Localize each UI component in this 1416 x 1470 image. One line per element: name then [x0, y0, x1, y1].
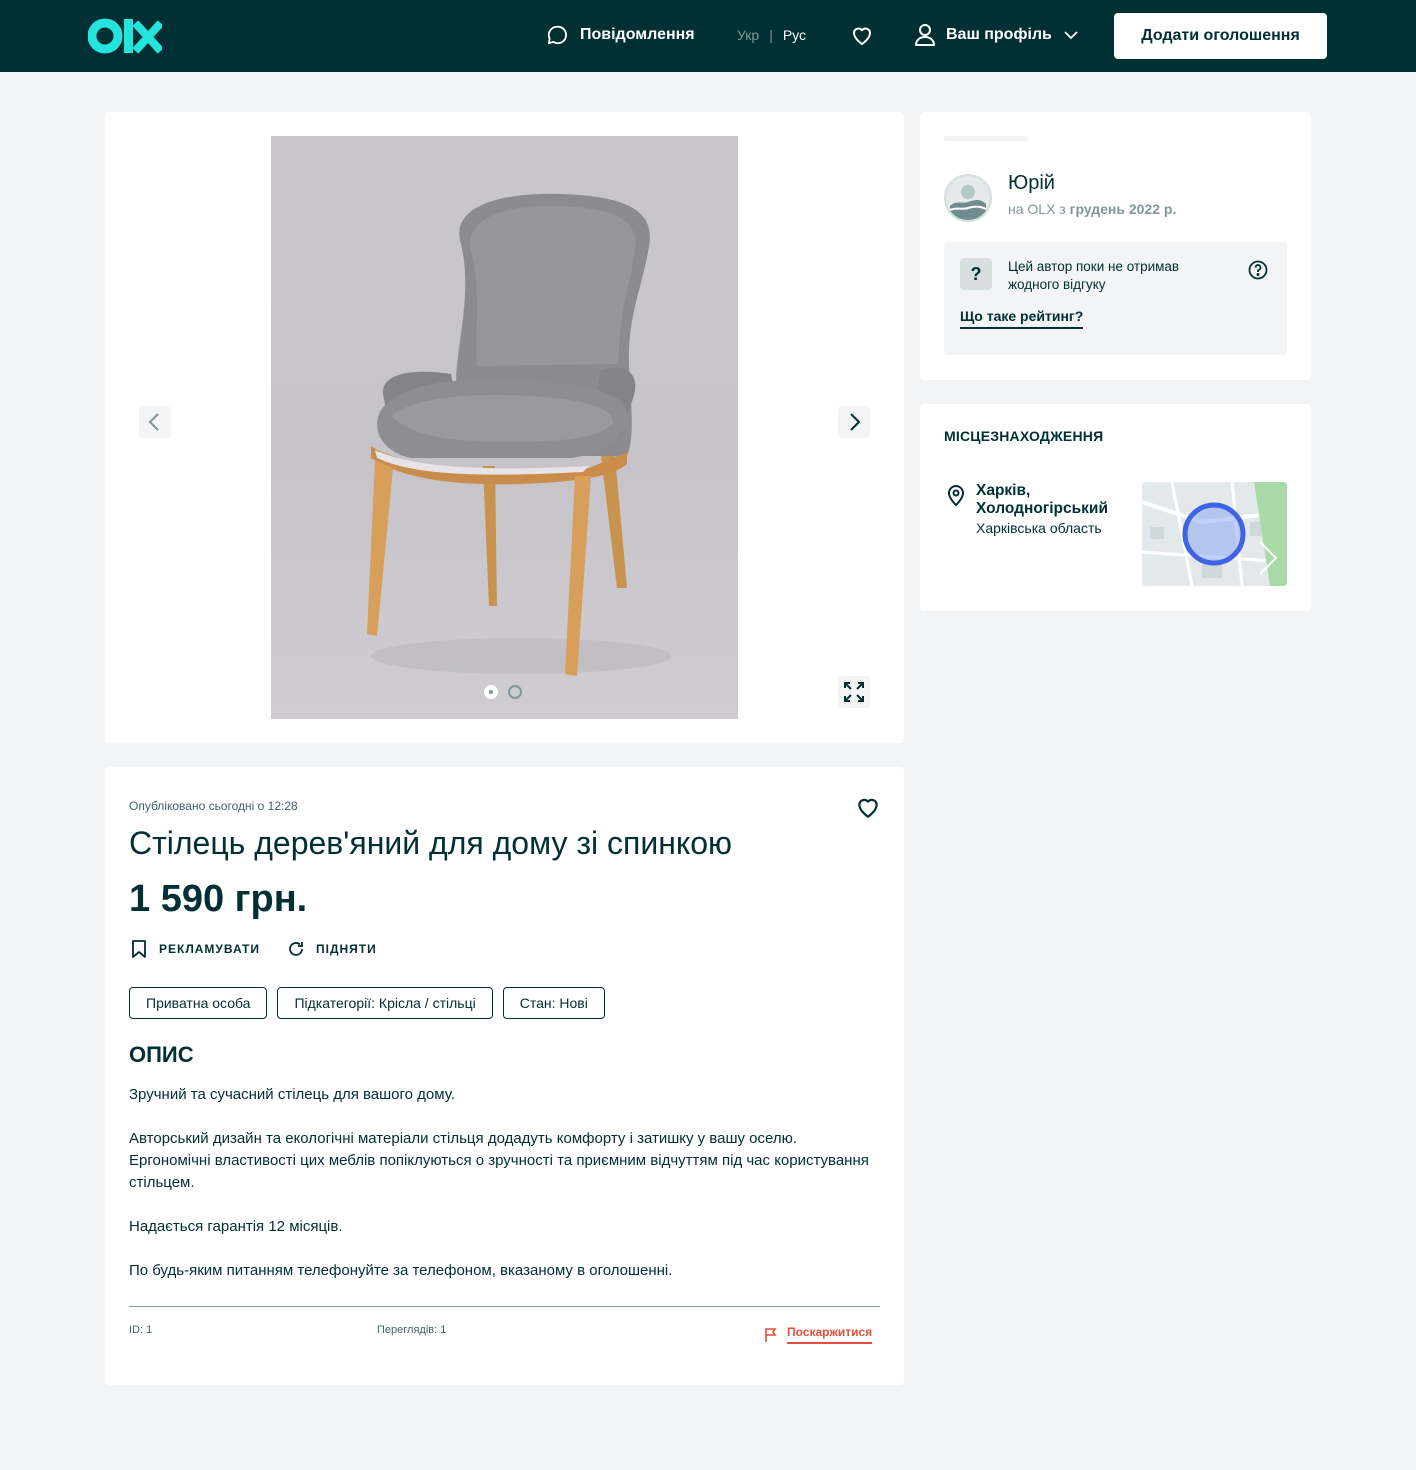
add-listing-button[interactable]: Додати оголошення	[1114, 13, 1327, 59]
lang-ukr[interactable]: Укр	[737, 27, 759, 43]
description-paragraph: Надається гарантія 12 місяців.	[129, 1218, 343, 1235]
lang-separator: |	[769, 27, 773, 43]
report-label: Поскаржитися	[787, 1325, 873, 1344]
description-paragraph: Зручний та сучасний стілець для вашого д…	[129, 1086, 455, 1103]
language-switcher: Укр | Рус	[737, 27, 806, 43]
avatar-image	[946, 176, 990, 220]
raise-button[interactable]: ПІДНЯТИ	[286, 939, 377, 959]
rating-info-link[interactable]: Що таке рейтинг?	[960, 308, 1084, 329]
gallery-next-button[interactable]	[838, 406, 870, 438]
avatar[interactable]	[944, 174, 992, 222]
lang-rus[interactable]: Рус	[783, 27, 806, 43]
location-heading: МІСЦЕЗНАХОДЖЕННЯ	[944, 428, 1104, 444]
refresh-icon	[289, 942, 303, 956]
location-city: Харків, Холодногірський	[976, 482, 1108, 517]
messages-link[interactable]: Повідомлення	[546, 24, 695, 46]
promote-button[interactable]: РЕКЛАМУВАТИ	[129, 939, 260, 959]
gallery-prev-button[interactable]	[139, 406, 171, 438]
help-circle-icon[interactable]	[1248, 260, 1268, 280]
location-card: МІСЦЕЗНАХОДЖЕННЯ Харків, Холодногірський…	[920, 404, 1311, 611]
profile-label: Ваш профіль	[946, 26, 1052, 43]
listing-tags: Приватна особа Підкатегорії: Крісла / ст…	[129, 987, 605, 1019]
rating-text: Цей автор поки не отримав жодного відгук…	[1008, 259, 1180, 292]
seller-card: Юрій на OLX з грудень 2022 р. ? Цей авто…	[920, 112, 1311, 380]
user-icon	[915, 24, 935, 46]
promote-label: РЕКЛАМУВАТИ	[159, 942, 260, 956]
flag-icon	[765, 1327, 777, 1342]
published-date: Опубліковано сьогодні о 12:28	[129, 799, 298, 813]
listing-title: Стілець дерев'яний для дому зі спинкою	[129, 825, 733, 861]
description-paragraph: Авторський дизайн та екологічні матеріал…	[129, 1130, 869, 1191]
seller-name[interactable]: Юрій	[1008, 172, 1055, 195]
listing-details: Опубліковано сьогодні о 12:28 Стілець де…	[105, 767, 904, 1385]
report-link[interactable]: Поскаржитися	[763, 1325, 873, 1344]
map-thumbnail	[1142, 482, 1287, 586]
location-map[interactable]	[1142, 482, 1287, 586]
fullscreen-button[interactable]	[838, 676, 870, 708]
gallery-dot-1[interactable]	[484, 685, 498, 699]
messages-label: Повідомлення	[580, 26, 695, 43]
tag-condition: Стан: Нові	[502, 987, 605, 1019]
location-region: Харківська область	[976, 520, 1102, 536]
listing-photo[interactable]	[271, 136, 738, 719]
gallery-dot-2[interactable]	[508, 685, 522, 699]
listing-id: ID: 1	[129, 1324, 153, 1336]
top-navigation-bar: Повідомлення Укр | Рус Ваш профіль Додат…	[0, 0, 1416, 72]
description-heading: ОПИС	[129, 1042, 194, 1067]
gallery-pagination	[484, 685, 522, 699]
expand-icon	[844, 682, 864, 702]
seller-since-prefix: на OLX з	[1008, 201, 1066, 217]
description-text: Зручний та сучасний стілець для вашого д…	[129, 1084, 869, 1304]
photo-gallery	[105, 112, 904, 743]
tag-seller-type: Приватна особа	[129, 987, 268, 1019]
seller-since-date: грудень 2022 р.	[1069, 201, 1177, 217]
olx-logo[interactable]	[88, 16, 162, 56]
seller-card-placeholder-bar	[944, 136, 1029, 141]
chair-image	[367, 193, 671, 676]
tag-subcategory[interactable]: Підкатегорії: Крісла / стільці	[277, 987, 493, 1019]
chat-icon	[547, 25, 567, 45]
chevron-down-icon	[1064, 31, 1078, 40]
bookmark-icon	[132, 940, 146, 958]
promotion-actions: РЕКЛАМУВАТИ ПІДНЯТИ	[129, 939, 377, 959]
rating-question-badge: ?	[960, 258, 992, 290]
chevron-right-icon	[850, 413, 861, 431]
rating-box: ? Цей автор поки не отримав жодного відг…	[944, 242, 1287, 355]
listing-price: 1 590 грн.	[129, 878, 308, 920]
chevron-left-icon	[148, 413, 159, 431]
favorites-heart-icon[interactable]	[850, 24, 874, 48]
map-pin-icon	[947, 485, 965, 506]
favorite-heart-icon[interactable]	[855, 795, 881, 821]
raise-label: ПІДНЯТИ	[315, 942, 377, 956]
divider	[129, 1306, 880, 1307]
view-count: Переглядів: 1	[377, 1324, 447, 1336]
profile-menu[interactable]: Ваш профіль	[914, 23, 1080, 47]
description-paragraph: По будь-яким питанням телефонуйте за тел…	[129, 1262, 673, 1279]
seller-since: на OLX з грудень 2022 р.	[1008, 201, 1176, 217]
